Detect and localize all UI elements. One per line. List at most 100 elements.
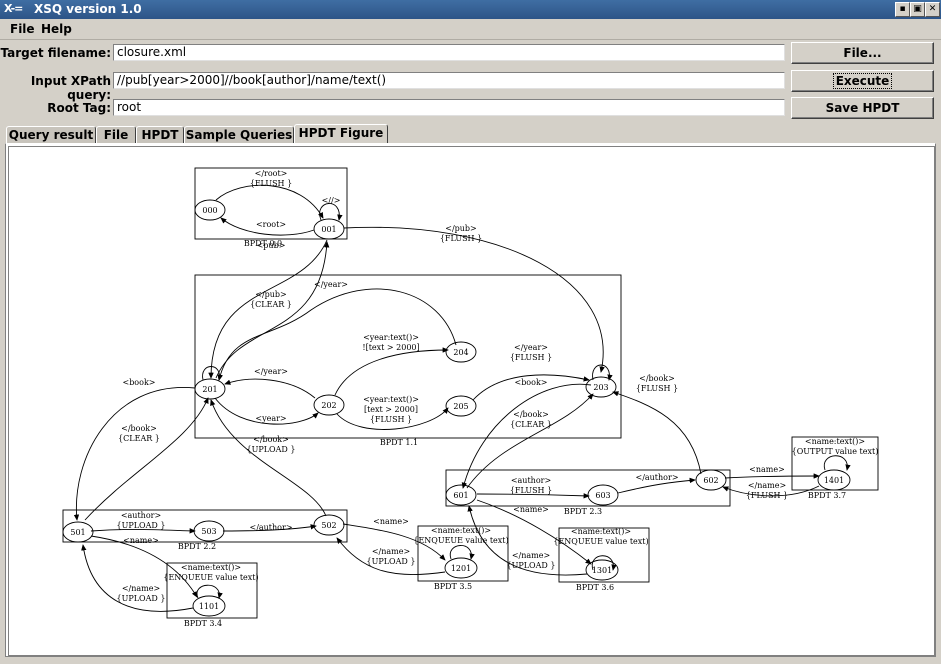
save-hpdt-button[interactable]: Save HPDT — [791, 97, 934, 119]
state-label: 1301 — [592, 566, 612, 575]
state-label: 503 — [201, 527, 216, 536]
root-tag-field[interactable] — [113, 99, 785, 116]
edge-label: {ENQUEUE value text) — [163, 573, 258, 582]
edge-602-203 — [612, 391, 702, 475]
box-label: BPDT 2.3 — [564, 507, 602, 516]
edge-label: <name:text()> — [181, 563, 241, 572]
tab-hpdt-figure[interactable]: HPDT Figure — [294, 124, 388, 144]
edge-label: </book> — [253, 435, 289, 444]
edge-label: <name:text()> — [571, 527, 631, 536]
target-filename-field[interactable] — [113, 44, 785, 61]
minimize-icon[interactable]: ▪ — [895, 2, 910, 17]
edge-label: <year:text()> — [363, 395, 419, 404]
edge-label: {UPLOAD } — [117, 521, 166, 530]
box-label: BPDT 3.5 — [434, 582, 472, 591]
edge-label: {FLUSH } — [746, 491, 788, 500]
edge-label: <year:text()> — [363, 333, 419, 342]
tab-query-result[interactable]: Query result — [6, 126, 96, 143]
box-label: BPDT 3.6 — [576, 583, 614, 592]
edge-label: <year> — [255, 414, 286, 423]
save-hpdt-button-label: Save HPDT — [825, 101, 900, 115]
box-label: BPDT 3.7 — [808, 491, 846, 500]
file-button[interactable]: File... — [791, 42, 934, 64]
state-label: 601 — [453, 491, 468, 500]
state-label: 603 — [595, 491, 610, 500]
edge-1401-self — [823, 455, 851, 471]
figure-panel: 000 001 201 202 203 204 205 501 502 503 … — [5, 143, 936, 657]
edge-label: </book> — [639, 374, 675, 383]
edge-label: </pub> — [255, 290, 287, 299]
state-label: 1401 — [824, 476, 844, 485]
edge-label: {FLUSH } — [250, 179, 292, 188]
maximize-icon[interactable]: ▣ — [910, 2, 925, 17]
file-button-label: File... — [843, 46, 882, 60]
edge-label: </name> — [748, 481, 786, 490]
state-label: 000 — [202, 206, 217, 215]
edge-label: </year> — [314, 280, 348, 289]
state-label: 1101 — [199, 602, 219, 611]
edge-label: {FLUSH } — [510, 353, 552, 362]
execute-button-label: Execute — [832, 73, 893, 89]
window-title: XSQ version 1.0 — [34, 2, 142, 16]
box-label: BPDT 1.1 — [380, 438, 418, 447]
edge-label: </book> — [513, 410, 549, 419]
title-bar: X-= XSQ version 1.0 ▪ ▣ ✕ — [0, 0, 941, 19]
state-label: 205 — [453, 402, 468, 411]
state-label: 1201 — [451, 564, 471, 573]
edge-label: </pub> — [445, 224, 477, 233]
edge-203-601 — [461, 383, 592, 489]
edge-label: {UPLOAD } — [247, 445, 296, 454]
edge-label: {FLUSH } — [370, 415, 412, 424]
edge-label: <name> — [749, 465, 785, 474]
tab-sample-queries[interactable]: Sample Queries — [184, 126, 294, 143]
edge-label: {FLUSH } — [440, 234, 482, 243]
edge-label: </name> — [372, 547, 410, 556]
state-label: 201 — [202, 385, 217, 394]
bpdt-box-2-2 — [62, 509, 348, 543]
edge-label: {CLEAR } — [118, 434, 160, 443]
execute-button[interactable]: Execute — [791, 70, 934, 92]
tab-hpdt[interactable]: HPDT — [136, 126, 184, 143]
state-label: 001 — [321, 225, 336, 234]
state-label: 602 — [703, 476, 718, 485]
edge-1201-self — [449, 545, 475, 560]
edge-label: </year> — [254, 367, 288, 376]
menu-file[interactable]: File — [10, 22, 35, 36]
edge-label: <//> — [322, 196, 341, 205]
edge-601-203 — [466, 393, 594, 489]
edge-label: <name> — [513, 505, 549, 514]
root-tag-label: Root Tag: — [47, 101, 111, 115]
edge-label: {CLEAR } — [250, 300, 292, 309]
close-icon[interactable]: ✕ — [925, 2, 940, 17]
edge-label: {FLUSH } — [510, 486, 552, 495]
edge-201-501 — [73, 387, 196, 521]
edge-000-001-top — [215, 184, 324, 219]
edge-label: {OUTPUT value text) — [792, 447, 879, 456]
tab-file[interactable]: File — [96, 126, 136, 143]
edge-label: {FLUSH } — [636, 384, 678, 393]
xpath-query-field[interactable] — [113, 72, 785, 89]
menu-bar: File Help — [0, 19, 941, 40]
edge-label: <root> — [256, 220, 286, 229]
state-label: 202 — [321, 401, 336, 410]
edge-label: <author> — [511, 476, 551, 485]
menu-help[interactable]: Help — [41, 22, 72, 36]
edge-label: {ENQUEUE value text) — [553, 537, 648, 546]
edge-label: <pub> — [257, 241, 286, 250]
edge-label: {CLEAR } — [510, 420, 552, 429]
target-filename-label: Target filename: — [0, 46, 111, 60]
edge-label: {UPLOAD } — [507, 561, 556, 570]
edge-label: {UPLOAD } — [117, 594, 166, 603]
edge-label: </author> — [635, 473, 678, 482]
edge-label: <name> — [123, 536, 159, 545]
edge-label: [text > 2000] — [364, 405, 418, 414]
app-logo-icon: X-= — [4, 2, 23, 15]
edge-label: </book> — [121, 424, 157, 433]
edge-label: <book> — [514, 378, 547, 387]
edge-label: <book> — [122, 378, 155, 387]
box-label: BPDT 3.4 — [184, 619, 222, 628]
state-label: 204 — [453, 348, 468, 357]
edge-label: <name:text()> — [431, 526, 491, 535]
figure-canvas: 000 001 201 202 203 204 205 501 502 503 … — [8, 146, 935, 656]
edge-label: {ENQUEUE value text) — [413, 536, 508, 545]
